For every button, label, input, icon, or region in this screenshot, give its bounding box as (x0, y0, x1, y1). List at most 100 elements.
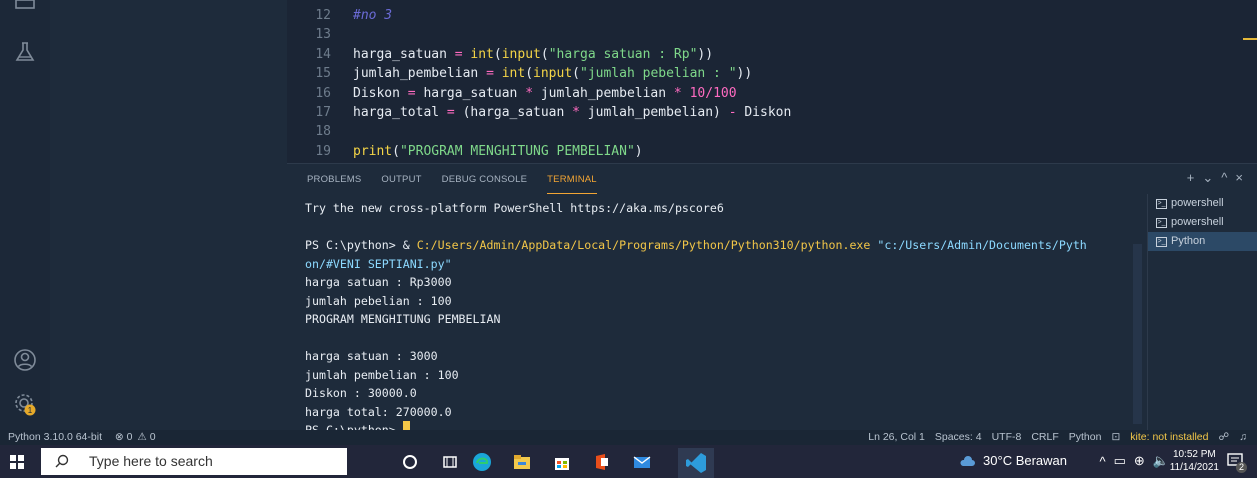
new-terminal-icon[interactable]: + (1187, 170, 1195, 186)
line-number: 17 (315, 105, 331, 120)
terminal-instance-powershell[interactable]: >_ powershell (1148, 194, 1257, 213)
terminal-icon: >_ (1156, 236, 1167, 247)
code-editor[interactable]: 12 #no 3 13 14 harga_satuan = int(input("har… (287, 0, 1257, 163)
notifications-count: 2 (1236, 462, 1247, 473)
weather-text: 30°C Berawan (983, 453, 1067, 468)
terminal-command-wrap: on/#VENI SEPTIANI.py" (305, 256, 452, 271)
terminal-line: jumlah pebelian : 100 (305, 293, 452, 308)
panel-tabs: PROBLEMS OUTPUT DEBUG CONSOLE TERMINAL (307, 174, 597, 194)
bottom-panel: PROBLEMS OUTPUT DEBUG CONSOLE TERMINAL +… (287, 163, 1257, 437)
kite-status[interactable]: kite: not installed (1130, 430, 1208, 445)
search-placeholder: Type here to search (89, 453, 213, 469)
errors-count[interactable]: ⊗ 0 (115, 431, 133, 443)
network-globe-icon[interactable]: ⊕ (1134, 453, 1145, 469)
tab-problems[interactable]: PROBLEMS (307, 174, 361, 194)
code-line[interactable]: 15 jumlah_pembelian = int(input("jumlah p… (287, 64, 1257, 83)
terminal-line: Try the new cross-platform PowerShell ht… (305, 201, 724, 215)
cortana-icon[interactable] (400, 452, 420, 472)
code-text: Diskon = harga_satuan * jumlah_pembelian… (353, 85, 737, 101)
file-explorer-icon[interactable] (512, 452, 532, 472)
terminal-line: Diskon : 30000.0 (305, 386, 417, 400)
cloud-icon (960, 455, 976, 466)
side-bar (50, 0, 287, 430)
line-number: 14 (315, 46, 331, 62)
clock-date: 11/14/2021 (1169, 462, 1219, 473)
code-line[interactable]: 18 (287, 122, 1257, 141)
terminal-output[interactable]: Try the new cross-platform PowerShell ht… (305, 199, 1135, 440)
panel-actions: + ⌄ ^ × (1187, 170, 1243, 186)
account-icon[interactable] (13, 348, 37, 372)
maximize-panel-icon[interactable]: ^ (1221, 170, 1227, 186)
terminal-dropdown-icon[interactable]: ⌄ (1202, 170, 1213, 186)
terminal-instances-list: >_ powershell >_ powershell >_ Python (1147, 194, 1257, 431)
taskbar-search[interactable]: Type here to search (41, 448, 347, 475)
code-text: #no 3 (353, 8, 393, 23)
explorer-icon[interactable] (13, 0, 37, 12)
terminal-scrollbar[interactable] (1133, 244, 1142, 424)
tab-output[interactable]: OUTPUT (381, 174, 421, 194)
terminal-line: harga satuan : 3000 (305, 349, 438, 363)
microsoft-store-icon[interactable] (552, 452, 572, 472)
language-mode[interactable]: Python (1069, 430, 1102, 445)
edge-browser-icon[interactable] (472, 452, 492, 472)
activity-bar: 1 (0, 0, 50, 430)
tab-terminal[interactable]: TERMINAL (547, 174, 597, 194)
terminal-line: harga satuan : Rp3000 (305, 275, 452, 289)
settings-gear-icon[interactable]: 1 (13, 392, 37, 416)
code-text: jumlah_pembelian = int(input("jumlah peb… (353, 66, 753, 82)
system-tray: ^ ▭ ⊕ 🔈 (1100, 453, 1170, 469)
line-ending[interactable]: CRLF (1031, 430, 1058, 445)
terminal-command: PS C:\python> & C:/Users/Admin/AppData/L… (305, 238, 1087, 252)
terminal-instance-python[interactable]: >_ Python (1148, 232, 1257, 251)
code-line[interactable]: 12 #no 3 (287, 6, 1257, 25)
windows-taskbar: Type here to search 30°C Berawan ^ ▭ ⊕ 🔈… (0, 445, 1257, 478)
line-number: 15 (315, 66, 331, 82)
code-line[interactable]: 19 print("PROGRAM MENGHITUNG PEMBELIAN") (287, 142, 1257, 161)
code-text: print("PROGRAM MENGHITUNG PEMBELIAN") (353, 143, 643, 159)
code-text: harga_total = (harga_satuan * jumlah_pem… (353, 105, 792, 120)
testing-flask-icon[interactable] (13, 40, 37, 64)
terminal-icon: >_ (1156, 217, 1167, 228)
mail-icon[interactable] (632, 452, 652, 472)
settings-badge: 1 (28, 406, 33, 415)
notifications-bell-icon[interactable]: ♫ (1239, 430, 1247, 445)
battery-icon[interactable]: ▭ (1114, 453, 1126, 469)
line-number: 13 (315, 27, 331, 43)
code-line[interactable]: 13 (287, 25, 1257, 44)
status-bar: Python 3.10.0 64-bit ⊗ 0 ⚠ 0 Ln 26, Col … (0, 430, 1257, 445)
line-number: 19 (315, 143, 331, 159)
show-hidden-icons-icon[interactable]: ^ (1100, 454, 1106, 469)
warnings-count[interactable]: ⚠ 0 (137, 431, 155, 443)
code-line[interactable]: 14 harga_satuan = int(input("harga satuan… (287, 45, 1257, 64)
indentation[interactable]: Spaces: 4 (935, 430, 982, 445)
encoding[interactable]: UTF-8 (992, 430, 1022, 445)
code-line[interactable]: 16 Diskon = harga_satuan * jumlah_pembeli… (287, 84, 1257, 103)
close-panel-icon[interactable]: × (1235, 170, 1243, 186)
search-icon (55, 454, 69, 468)
terminal-line: PROGRAM MENGHITUNG PEMBELIAN (305, 312, 501, 326)
volume-icon[interactable]: 🔈 (1153, 453, 1169, 469)
notifications-icon[interactable]: 2 (1227, 453, 1247, 473)
terminal-instance-powershell[interactable]: >_ powershell (1148, 213, 1257, 232)
taskbar-clock[interactable]: 10:52 PM 11/14/2021 (1170, 448, 1219, 474)
feedback-icon[interactable]: ☍ (1218, 430, 1229, 445)
code-line[interactable]: 17 harga_total = (harga_satuan * jumlah_p… (287, 103, 1257, 122)
line-number: 18 (315, 124, 331, 140)
line-number: 12 (315, 8, 331, 23)
line-number: 16 (315, 85, 331, 101)
tab-debug-console[interactable]: DEBUG CONSOLE (442, 174, 527, 194)
python-interpreter[interactable]: Python 3.10.0 64-bit (8, 431, 102, 443)
weather-widget[interactable]: 30°C Berawan (959, 453, 1067, 468)
task-view-icon[interactable] (440, 452, 460, 472)
terminal-line: jumlah pembelian : 100 (305, 367, 459, 382)
windows-start-icon[interactable] (10, 455, 24, 469)
terminal-status-icon: ⊡ (1111, 431, 1121, 443)
terminal-icon: >_ (1156, 198, 1167, 209)
office-icon[interactable] (592, 452, 612, 472)
terminal-line: harga total: 270000.0 (305, 404, 452, 419)
code-text: harga_satuan = int(input("harga satuan :… (353, 46, 714, 62)
cursor-position[interactable]: Ln 26, Col 1 (868, 430, 925, 445)
clock-time: 10:52 PM (1172, 449, 1216, 460)
vscode-taskbar-icon[interactable] (678, 448, 714, 478)
